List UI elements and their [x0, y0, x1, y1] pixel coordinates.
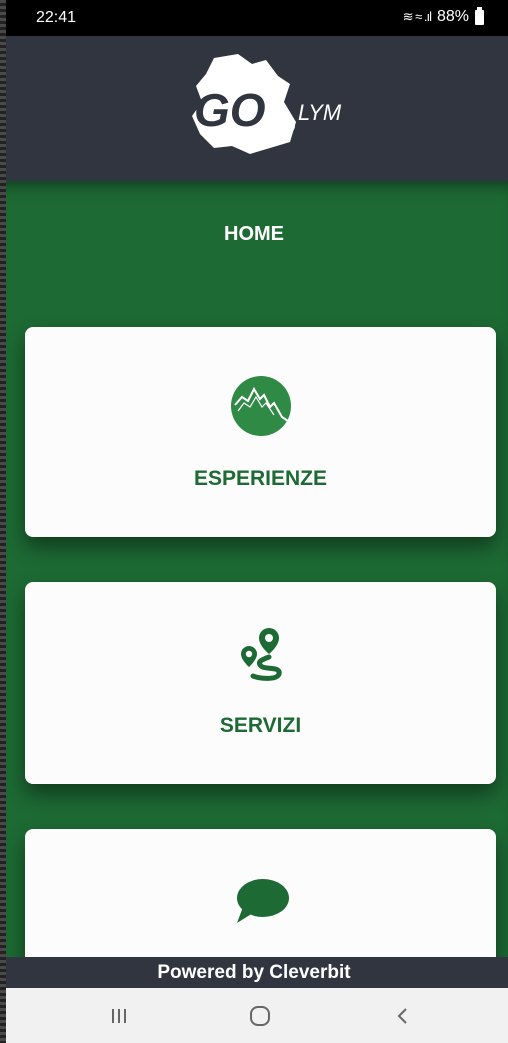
card-servizi[interactable]: SERVIZI: [25, 582, 496, 784]
status-bar: 22:41 ≋ ≈ .ıl 88%: [0, 0, 508, 36]
signal-icons: ≋ ≈ .ıl: [402, 9, 432, 24]
logo-suffix: LYM: [298, 100, 342, 125]
card-label: ESPERIENZE: [193, 467, 328, 490]
page-title: HOME: [224, 223, 284, 245]
back-button[interactable]: [373, 996, 433, 1036]
main-content: HOME ESPERIENZE SERVIZI: [0, 181, 508, 989]
mountain-icon: [230, 376, 291, 436]
system-nav-bar: [0, 988, 508, 1043]
powered-by-footer: Powered by Cleverbit: [0, 957, 508, 988]
route-icon: [240, 628, 282, 681]
battery-icon: [475, 6, 484, 25]
recents-icon: [112, 1009, 126, 1023]
app-header: GO LYM: [0, 36, 508, 181]
card-icon-wrap: [25, 375, 496, 437]
card-icon-wrap: [25, 877, 496, 927]
status-right: ≋ ≈ .ıl 88%: [402, 6, 484, 26]
card-esperienze[interactable]: ESPERIENZE: [25, 327, 496, 537]
home-button[interactable]: [230, 996, 290, 1036]
chat-icon: [236, 879, 289, 923]
recents-button[interactable]: [89, 996, 149, 1036]
golym-logo: GO LYM: [192, 54, 342, 154]
logo-text: GO: [194, 84, 266, 136]
status-time: 22:41: [36, 9, 77, 26]
frame-edge: [0, 0, 6, 1043]
card-icon-wrap: [25, 624, 496, 684]
app-screen: 22:41 ≋ ≈ .ıl 88% GO LYM HOME ESPERIENZE…: [0, 0, 508, 1043]
battery-percent: 88%: [436, 8, 469, 25]
back-icon: [397, 1008, 407, 1024]
home-icon: [250, 1006, 270, 1026]
card-label: SERVIZI: [219, 714, 302, 737]
